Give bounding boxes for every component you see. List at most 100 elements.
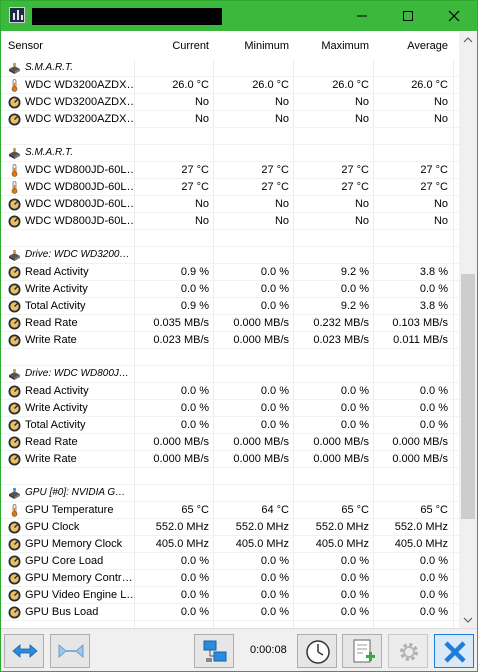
- hwinfo-sensors-window: Sensor Current Minimum Maximum Average S…: [0, 0, 478, 672]
- sensor-row[interactable]: Read Rate 0.035 MB/s 0.000 MB/s 0.232 MB/s 0…: [1, 315, 459, 332]
- value-maximum: No: [354, 113, 369, 125]
- sensor-row[interactable]: GPU Memory Clock 405.0 MHz 405.0 MHz 405.0 …: [1, 536, 459, 553]
- value-average: No: [433, 96, 448, 108]
- sensor-group-row[interactable]: S.M.A.R.T.: [1, 60, 459, 77]
- value-average: 27 °C: [420, 164, 448, 176]
- value-minimum: 26.0 °C: [252, 79, 289, 91]
- sensor-row[interactable]: Read Rate 0.000 MB/s 0.000 MB/s 0.000 MB/s 0…: [1, 434, 459, 451]
- value-current: No: [194, 198, 209, 210]
- sensor-name: Read Rate: [25, 317, 78, 329]
- expand-all-button[interactable]: [4, 634, 44, 668]
- settings-button[interactable]: [388, 634, 428, 668]
- vertical-scrollbar[interactable]: [459, 32, 477, 628]
- sensor-group-row[interactable]: Drive: WDC WD3200…: [1, 247, 459, 264]
- value-current: 405.0 MHz: [155, 538, 209, 550]
- sensor-name: WDC WD3200AZDX…: [25, 113, 135, 125]
- value-current: 0.0 %: [180, 402, 209, 414]
- sensor-row[interactable]: WDC WD3200AZDX… 26.0 °C 26.0 °C 26.0 °C 26.0…: [1, 77, 459, 94]
- column-sensor[interactable]: Sensor: [8, 40, 43, 52]
- sensor-row[interactable]: Write Activity 0.0 % 0.0 % 0.0 % 0.0 %: [1, 400, 459, 417]
- sensor-name: WDC WD3200AZDX…: [25, 96, 135, 108]
- sensor-row[interactable]: Total Activity 0.0 % 0.0 % 0.0 % 0.0 %: [1, 417, 459, 434]
- value-minimum: 0.000 MB/s: [233, 436, 289, 448]
- sensor-row[interactable]: Read Activity 0.0 % 0.0 % 0.0 % 0.0 %: [1, 383, 459, 400]
- column-average[interactable]: Average: [374, 40, 448, 52]
- value-current: 0.000 MB/s: [153, 436, 209, 448]
- value-average: 27 °C: [420, 181, 448, 193]
- group-label: S.M.A.R.T.: [25, 147, 73, 158]
- scrollbar-thumb[interactable]: [461, 274, 475, 519]
- sensor-row[interactable]: GPU Core Load 0.0 % 0.0 % 0.0 % 0.0 %: [1, 553, 459, 570]
- report-button[interactable]: [342, 634, 382, 668]
- close-x-icon: [444, 641, 466, 663]
- value-current: 65 °C: [181, 504, 209, 516]
- maximize-button[interactable]: [385, 1, 431, 31]
- value-maximum: 26.0 °C: [332, 79, 369, 91]
- sensor-row[interactable]: WDC WD3200AZDX… No No No No: [1, 111, 459, 128]
- sensor-name: WDC WD3200AZDX…: [25, 79, 135, 91]
- column-minimum[interactable]: Minimum: [215, 40, 289, 52]
- close-sensors-button[interactable]: [434, 634, 474, 668]
- value-minimum: No: [274, 198, 289, 210]
- sensor-row[interactable]: WDC WD800JD-60L… No No No No: [1, 213, 459, 230]
- sensor-name: Write Activity: [25, 283, 88, 295]
- sensor-row[interactable]: WDC WD3200AZDX… No No No No: [1, 94, 459, 111]
- value-minimum: 64 °C: [261, 504, 289, 516]
- timer-button[interactable]: [297, 634, 337, 668]
- sensor-name: Write Rate: [25, 453, 77, 465]
- elapsed-timer: 0:00:08: [250, 644, 287, 656]
- sensor-row[interactable]: WDC WD800JD-60L… No No No No: [1, 196, 459, 213]
- sensor-row[interactable]: GPU Video Engine L… 0.0 % 0.0 % 0.0 % 0.0 %: [1, 587, 459, 604]
- bottom-toolbar: 0:00:08: [1, 628, 477, 671]
- sensor-group-row[interactable]: GPU [#0]: NVIDIA G…: [1, 485, 459, 502]
- value-maximum: 9.2 %: [340, 266, 369, 278]
- sensor-row[interactable]: Write Rate 0.000 MB/s 0.000 MB/s 0.000 MB/s…: [1, 451, 459, 468]
- clock-icon: [306, 640, 330, 664]
- column-maximum[interactable]: Maximum: [294, 40, 369, 52]
- sensor-name: WDC WD800JD-60L…: [25, 181, 135, 193]
- value-minimum: 0.0 %: [260, 283, 289, 295]
- network-button[interactable]: [194, 634, 234, 668]
- sensor-row[interactable]: GPU Clock 552.0 MHz 552.0 MHz 552.0 MHz 552.…: [1, 519, 459, 536]
- sensor-row[interactable]: Write Activity 0.0 % 0.0 % 0.0 % 0.0 %: [1, 281, 459, 298]
- sensor-row[interactable]: GPU Memory Contr… 0.0 % 0.0 % 0.0 % 0.0 %: [1, 570, 459, 587]
- value-average: No: [433, 198, 448, 210]
- value-current: 0.0 %: [180, 385, 209, 397]
- value-minimum: 0.0 %: [260, 385, 289, 397]
- minimize-button[interactable]: [339, 1, 385, 31]
- value-maximum: No: [354, 215, 369, 227]
- sensor-row[interactable]: WDC WD800JD-60L… 27 °C 27 °C 27 °C 27 °C: [1, 179, 459, 196]
- sensor-row[interactable]: Total Activity 0.9 % 0.0 % 9.2 % 3.8 %: [1, 298, 459, 315]
- value-current: No: [194, 113, 209, 125]
- collapse-all-button[interactable]: [50, 634, 90, 668]
- value-current: 0.0 %: [180, 419, 209, 431]
- sensor-name: Read Activity: [25, 266, 89, 278]
- value-current: 0.0 %: [180, 589, 209, 601]
- group-label: S.M.A.R.T.: [25, 62, 73, 73]
- value-maximum: 27 °C: [341, 181, 369, 193]
- sensor-row[interactable]: Read Activity 0.9 % 0.0 % 9.2 % 3.8 %: [1, 264, 459, 281]
- scroll-down-arrow-icon[interactable]: [459, 611, 477, 628]
- group-label: Drive: WDC WD800J…: [25, 368, 129, 379]
- value-maximum: 0.0 %: [340, 419, 369, 431]
- value-average: 552.0 MHz: [394, 521, 448, 533]
- sensor-row[interactable]: GPU Bus Load 0.0 % 0.0 % 0.0 % 0.0 %: [1, 604, 459, 621]
- value-average: 0.0 %: [419, 589, 448, 601]
- sensor-row[interactable]: GPU Temperature 65 °C 64 °C 65 °C 65 °C: [1, 502, 459, 519]
- sensor-row[interactable]: WDC WD800JD-60L… 27 °C 27 °C 27 °C 27 °C: [1, 162, 459, 179]
- value-current: 0.0 %: [180, 555, 209, 567]
- sensor-row[interactable]: Write Rate 0.023 MB/s 0.000 MB/s 0.023 MB/s…: [1, 332, 459, 349]
- value-average: 0.0 %: [419, 283, 448, 295]
- sensor-group-row[interactable]: S.M.A.R.T.: [1, 145, 459, 162]
- value-average: 3.8 %: [419, 300, 448, 312]
- title-bar[interactable]: [1, 1, 477, 31]
- value-current: 0.023 MB/s: [153, 334, 209, 346]
- close-window-button[interactable]: [431, 1, 477, 31]
- value-minimum: 27 °C: [261, 181, 289, 193]
- column-current[interactable]: Current: [135, 40, 209, 52]
- sensor-group-row[interactable]: Drive: WDC WD800J…: [1, 366, 459, 383]
- value-current: No: [194, 96, 209, 108]
- scroll-up-arrow-icon[interactable]: [459, 32, 477, 49]
- value-minimum: 0.000 MB/s: [233, 453, 289, 465]
- spacer-row: [1, 128, 459, 145]
